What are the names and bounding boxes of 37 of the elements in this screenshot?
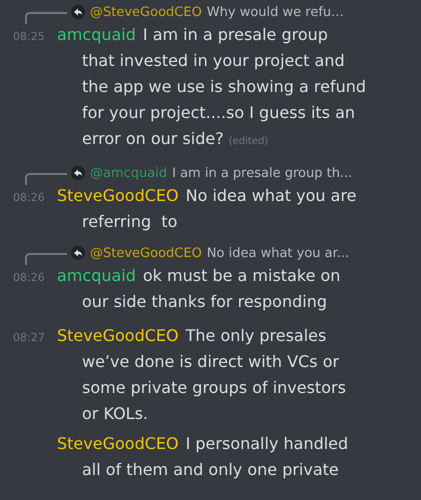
- reply-preview: Why would we refu...: [206, 4, 344, 20]
- reply-icon: [71, 246, 85, 260]
- message-line: all of them and only one private: [82, 460, 339, 479]
- reply-author[interactable]: @SteveGoodCEO: [90, 4, 202, 20]
- timestamp: 08:26: [13, 191, 45, 204]
- reply-author[interactable]: @amcquaid: [90, 166, 168, 180]
- message-line: some private groups of investors: [82, 378, 346, 397]
- message-line: No idea what you are: [186, 186, 357, 205]
- reply-author[interactable]: @SteveGoodCEO: [90, 246, 202, 260]
- message-line: referring to: [82, 212, 178, 231]
- timestamp: 08:27: [13, 331, 45, 344]
- message-line: that invested in your project and: [82, 51, 345, 70]
- reply-connector: [25, 253, 67, 265]
- message-line: The only presales: [186, 326, 326, 345]
- username[interactable]: SteveGoodCEO: [57, 434, 179, 453]
- message-line: I personally handled: [186, 434, 348, 453]
- reply-connector: [25, 173, 67, 185]
- reply-icon: [71, 5, 85, 19]
- message-line: or KOLs.: [82, 404, 148, 423]
- reply-preview: I am in a presale group th...: [172, 166, 352, 180]
- timestamp: 08:25: [13, 30, 45, 43]
- message-line: our side thanks for responding: [82, 292, 327, 311]
- reply-connector: [25, 12, 67, 24]
- username[interactable]: amcquaid: [57, 25, 136, 44]
- username[interactable]: amcquaid: [57, 266, 136, 285]
- message-line: error on our side?: [82, 129, 224, 148]
- message-line: I am in a presale group: [142, 25, 328, 44]
- timestamp: 08:26: [13, 271, 45, 284]
- message-line: we’ve done is direct with VCs or: [82, 352, 340, 371]
- reply-preview: No idea what you ar...: [206, 246, 350, 260]
- username[interactable]: SteveGoodCEO: [57, 326, 179, 345]
- reply-icon: [71, 166, 85, 180]
- username[interactable]: SteveGoodCEO: [57, 186, 179, 205]
- edited-label: (edited): [228, 136, 268, 147]
- message-line: for your project....so I guess its an: [82, 103, 356, 122]
- message-line: ok must be a mistake on: [142, 266, 340, 285]
- message-line: the app we use is showing a refund: [82, 77, 366, 96]
